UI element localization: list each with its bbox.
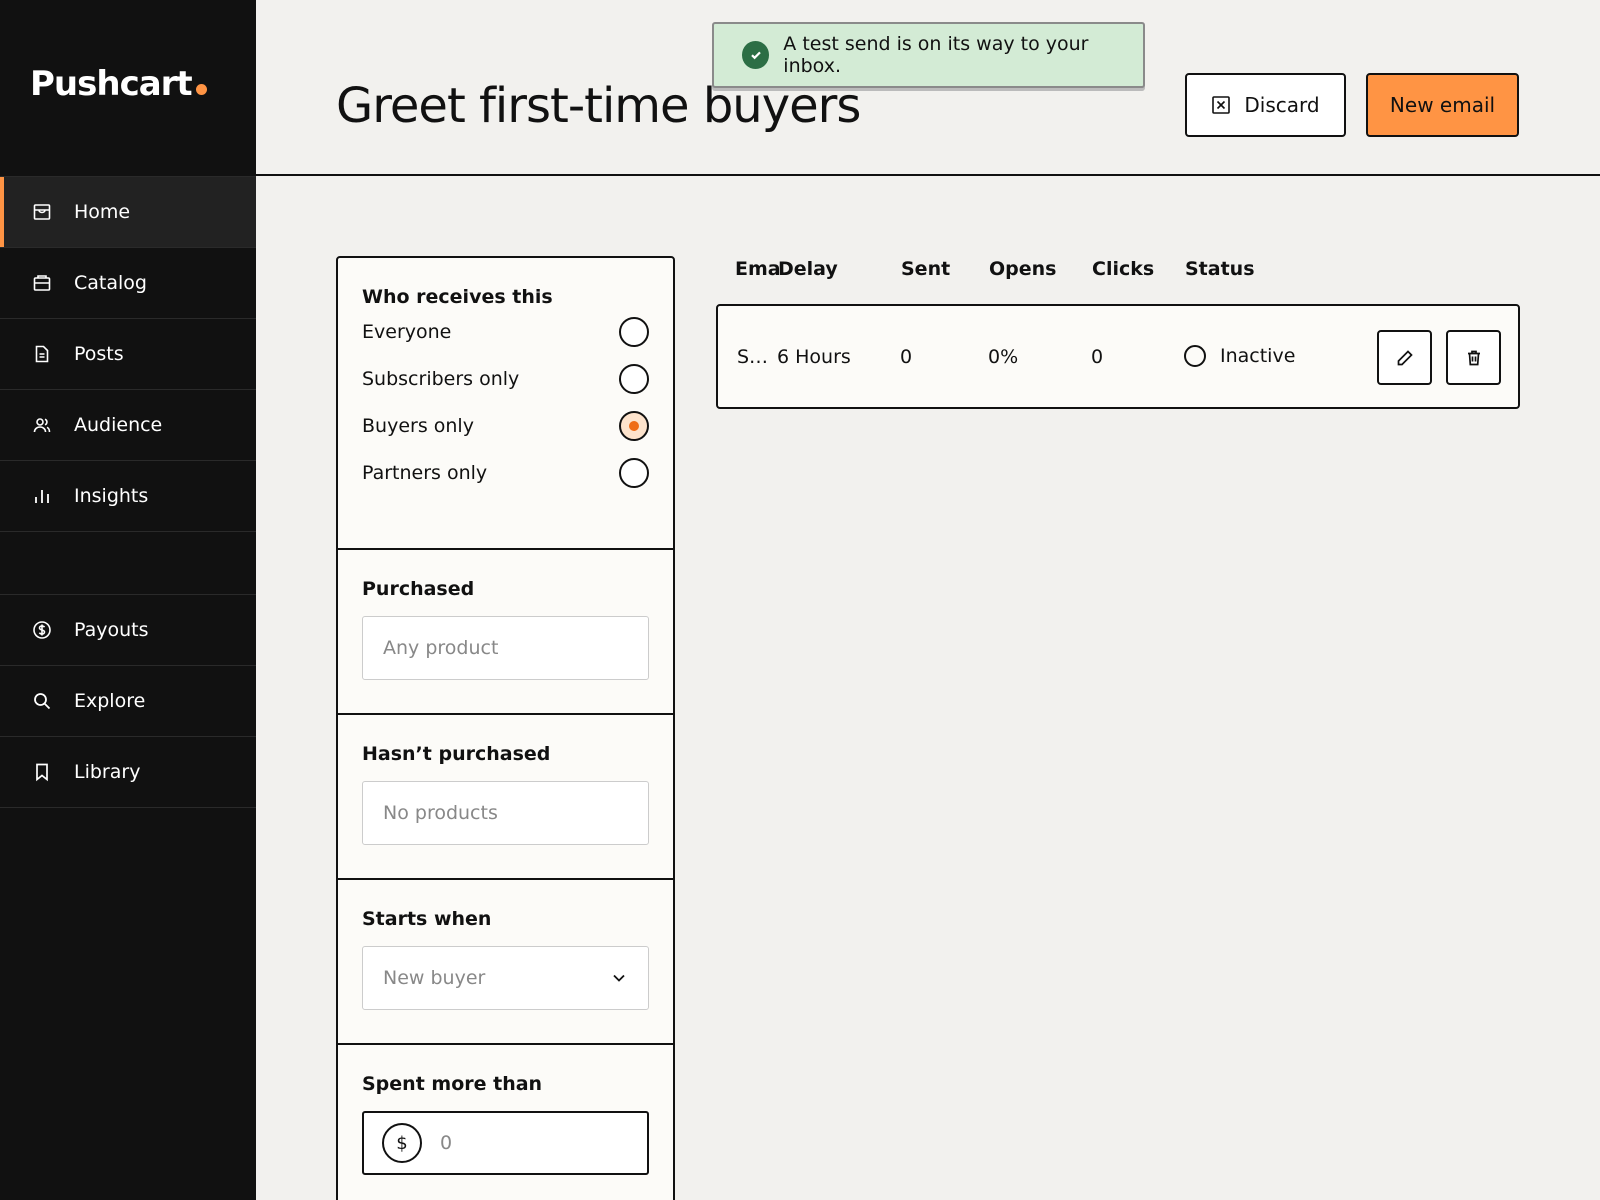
bar-chart-icon — [31, 485, 53, 507]
nav-primary: Home Catalog Posts Audience Insights — [0, 176, 256, 532]
toast-notification: A test send is on its way to your inbox. — [712, 22, 1145, 88]
column-header-sent: Sent — [901, 258, 951, 280]
sidebar-item-library[interactable]: Library — [0, 737, 256, 808]
spent-more-section: Spent more than $ 0 — [338, 1045, 673, 1200]
starts-when-section: Starts when New buyer — [338, 880, 673, 1045]
radio-button[interactable] — [619, 457, 649, 488]
logo-dot — [195, 84, 207, 95]
column-header-delay: Delay — [778, 258, 838, 280]
input-placeholder: Any product — [383, 637, 499, 659]
table-row[interactable]: S… 6 Hours 0 0% 0 Inactive — [716, 304, 1520, 409]
check-circle-icon — [742, 41, 770, 69]
trash-icon — [1467, 350, 1480, 365]
status-label: Inactive — [1220, 345, 1296, 367]
sidebar-item-catalog[interactable]: Catalog — [0, 248, 256, 319]
discard-button-label: Discard — [1244, 93, 1320, 117]
recipient-option-everyone[interactable]: Everyone — [362, 308, 649, 355]
store-icon — [31, 201, 53, 223]
column-header-opens: Opens — [989, 258, 1057, 280]
toast-message: A test send is on its way to your inbox. — [783, 33, 1089, 77]
sidebar-item-explore[interactable]: Explore — [0, 666, 256, 737]
nav-secondary: Payouts Explore Library — [0, 594, 256, 808]
sidebar-item-label: Insights — [74, 485, 149, 507]
spent-amount-input[interactable]: $ 0 — [362, 1111, 649, 1175]
sidebar-item-label: Home — [74, 201, 131, 223]
dollar-circle-icon — [31, 619, 53, 641]
column-header-email: Email — [735, 258, 779, 280]
opens-cell: 0% — [988, 346, 1019, 368]
sidebar-item-label: Explore — [74, 690, 146, 712]
status-cell: Inactive — [1184, 345, 1295, 367]
sidebar-item-insights[interactable]: Insights — [0, 461, 256, 532]
delete-button[interactable] — [1446, 330, 1501, 385]
sidebar-item-label: Catalog — [74, 272, 147, 294]
amount-value: 0 — [440, 1132, 453, 1154]
archive-icon — [31, 272, 53, 294]
section-title: Who receives this — [362, 286, 553, 308]
sidebar-item-label: Library — [74, 761, 141, 783]
logo[interactable]: Pushcart — [30, 64, 207, 104]
radio-button-selected[interactable] — [619, 410, 649, 441]
who-receives-section: Who receives this Everyone Subscribers o… — [338, 258, 673, 550]
edit-button[interactable] — [1377, 330, 1432, 385]
sidebar-item-payouts[interactable]: Payouts — [0, 595, 256, 666]
chevron-down-icon — [613, 974, 625, 982]
select-value: New buyer — [383, 967, 486, 989]
column-header-clicks: Clicks — [1092, 258, 1155, 280]
section-title: Spent more than — [362, 1073, 543, 1095]
users-icon — [31, 414, 53, 436]
sidebar-item-label: Posts — [74, 343, 124, 365]
purchased-section: Purchased Any product — [338, 550, 673, 715]
new-email-button[interactable]: New email — [1366, 73, 1519, 137]
sidebar-item-label: Audience — [74, 414, 163, 436]
section-title: Purchased — [362, 578, 475, 600]
pencil-icon — [1397, 349, 1413, 365]
close-square-icon — [1212, 96, 1231, 114]
delay-cell: 6 Hours — [777, 346, 851, 368]
option-label: Everyone — [362, 320, 452, 343]
not-purchased-product-input[interactable]: No products — [362, 781, 649, 845]
radio-button[interactable] — [619, 363, 649, 394]
discard-button[interactable]: Discard — [1185, 73, 1346, 137]
recipient-option-partners[interactable]: Partners only — [362, 449, 649, 496]
sidebar-item-posts[interactable]: Posts — [0, 319, 256, 390]
starts-when-select[interactable]: New buyer — [362, 946, 649, 1010]
option-label: Partners only — [362, 461, 488, 484]
option-label: Subscribers only — [362, 367, 520, 390]
purchased-product-input[interactable]: Any product — [362, 616, 649, 680]
not-purchased-section: Hasn’t purchased No products — [338, 715, 673, 880]
email-cell: S… — [737, 346, 769, 368]
input-placeholder: No products — [383, 802, 498, 824]
clicks-cell: 0 — [1091, 346, 1104, 368]
new-email-button-label: New email — [1389, 93, 1496, 117]
sent-cell: 0 — [900, 346, 913, 368]
search-icon — [31, 690, 53, 712]
sidebar-item-audience[interactable]: Audience — [0, 390, 256, 461]
option-label: Buyers only — [362, 414, 474, 437]
radio-button[interactable] — [619, 316, 649, 347]
sidebar-item-label: Payouts — [74, 619, 149, 641]
column-header-status: Status — [1185, 258, 1255, 280]
status-circle-icon — [1184, 345, 1206, 367]
bookmark-icon — [31, 761, 53, 783]
currency-symbol: $ — [382, 1123, 422, 1163]
sidebar: Pushcart Home Catalog Posts Audience Ins… — [0, 0, 256, 1200]
document-icon — [31, 343, 53, 365]
section-title: Starts when — [362, 908, 492, 930]
audience-filter-panel: Who receives this Everyone Subscribers o… — [336, 256, 675, 1200]
recipient-option-buyers[interactable]: Buyers only — [362, 402, 649, 449]
sidebar-item-home[interactable]: Home — [0, 177, 256, 248]
section-title: Hasn’t purchased — [362, 743, 551, 765]
recipient-option-subscribers[interactable]: Subscribers only — [362, 355, 649, 402]
